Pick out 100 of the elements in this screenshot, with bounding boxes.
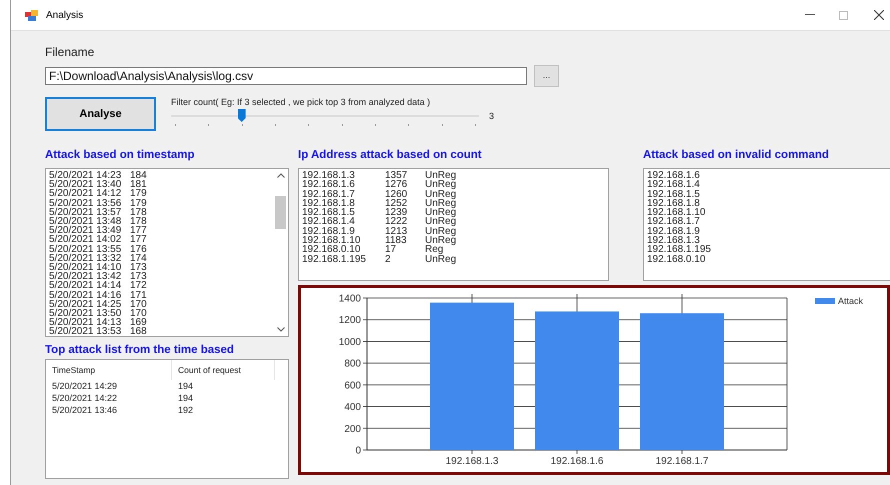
list-item-status: UnReg bbox=[425, 208, 456, 218]
list-item-count: 17 bbox=[385, 245, 398, 255]
list-item-status: UnReg bbox=[425, 254, 456, 264]
ip-count-list[interactable] bbox=[298, 168, 609, 281]
list-item-count: 176 bbox=[130, 244, 147, 254]
list-item-count: 1276 bbox=[385, 180, 408, 190]
list-item-ip: 192.168.1.10 bbox=[302, 236, 362, 246]
list-item-count: 173 bbox=[130, 272, 147, 282]
list-item-timestamp: 5/20/2021 13:57 bbox=[49, 208, 122, 218]
axis-category-label: 192.168.1.3 bbox=[446, 456, 498, 467]
list-item-ip: 192.168.1.7 bbox=[302, 190, 356, 199]
list-item-ip: 192.168.1.195 bbox=[647, 245, 712, 255]
list-item-ip: 192.168.1.8 bbox=[647, 198, 700, 208]
app-icon bbox=[25, 10, 38, 20]
filename-label: Filename bbox=[45, 44, 96, 61]
list-item-ip: 192.168.1.5 bbox=[302, 208, 356, 218]
axis-tick-label: 600 bbox=[344, 380, 361, 392]
list-item-ip: 192.168.1.195 bbox=[302, 254, 367, 264]
list-item-timestamp: 5/20/2021 14:25 bbox=[49, 300, 122, 310]
list-item-count: 170 bbox=[130, 309, 147, 318]
scroll-up-icon[interactable] bbox=[276, 173, 284, 178]
timestamp-list[interactable] bbox=[45, 168, 289, 337]
list-item-status: UnReg bbox=[425, 190, 456, 199]
list-item-ip: 192.168.1.4 bbox=[647, 180, 701, 190]
top-attack-table[interactable]: TimeStamp Count of request 5/20/2021 14:29 194 5/20/2021 14:22 194 5/20/2021 13:46 192 bbox=[45, 359, 289, 479]
scrollbar-thumb[interactable] bbox=[275, 196, 286, 229]
axis-tick-label: 1000 bbox=[338, 336, 361, 348]
table-cell-text: 5/20/2021 14:29 bbox=[51, 380, 118, 392]
list-item-ip: 192.168.1.9 bbox=[302, 226, 355, 236]
scroll-down-icon[interactable] bbox=[276, 327, 284, 332]
list-item-count: 1183 bbox=[385, 236, 408, 246]
list-item-ip: 192.168.0.10 bbox=[647, 254, 706, 264]
browse-button[interactable]: ... bbox=[534, 65, 559, 87]
list-item-ip: 192.168.1.8 bbox=[302, 198, 356, 208]
axis-tick-label: 1200 bbox=[338, 315, 361, 326]
list-item-count: 172 bbox=[130, 281, 147, 291]
list-item-count: 1252 bbox=[385, 198, 408, 208]
column-header[interactable]: Count of request bbox=[172, 360, 275, 380]
list-item-ip: 192.168.1.4 bbox=[302, 217, 356, 227]
analyse-button[interactable]: Analyse bbox=[45, 97, 156, 131]
list-item-count: 171 bbox=[130, 290, 147, 300]
table-cell-text: 194 bbox=[177, 380, 194, 392]
list-item-timestamp: 5/20/2021 13:56 bbox=[49, 198, 122, 208]
list-item-count: 178 bbox=[130, 217, 147, 226]
slider-thumb[interactable] bbox=[238, 109, 246, 122]
list-item-ip: 192.168.1.7 bbox=[647, 217, 701, 227]
list-item-count: 168 bbox=[130, 327, 147, 337]
section-heading: Attack based on invalid command bbox=[643, 148, 830, 163]
minimize-icon[interactable] bbox=[805, 14, 815, 16]
list-item-timestamp: 5/20/2021 13:55 bbox=[49, 244, 122, 254]
list-item-timestamp: 5/20/2021 14:12 bbox=[49, 189, 122, 199]
list-item-timestamp: 5/20/2021 13:49 bbox=[49, 226, 122, 236]
list-item-ip: 192.168.1.3 bbox=[302, 171, 356, 180]
list-item-count: 179 bbox=[130, 198, 147, 208]
list-item-timestamp: 5/20/2021 14:14 bbox=[49, 281, 122, 291]
list-item-timestamp: 5/20/2021 14:02 bbox=[49, 235, 122, 245]
list-item-count: 179 bbox=[130, 189, 147, 199]
list-item-ip: 192.168.1.3 bbox=[647, 236, 700, 246]
column-header[interactable]: TimeStamp bbox=[46, 360, 172, 380]
filename-input[interactable]: F:\Download\Analysis\Analysis\log.csv bbox=[45, 67, 527, 85]
list-item-timestamp: 5/20/2021 13:32 bbox=[49, 254, 122, 264]
axis-category-label: 192.168.1.7 bbox=[656, 456, 708, 467]
list-item-count: 170 bbox=[130, 300, 147, 310]
list-item-ip: 192.168.1.6 bbox=[647, 171, 701, 180]
axis-tick-label: 800 bbox=[344, 358, 361, 370]
list-item-status: Reg bbox=[425, 245, 444, 255]
axis-tick-label: 400 bbox=[344, 402, 361, 414]
list-item-count: 1222 bbox=[385, 217, 408, 227]
slider-track[interactable] bbox=[171, 108, 479, 124]
list-item-timestamp: 5/20/2021 13:48 bbox=[49, 217, 122, 226]
section-heading: Ip Address attack based on count bbox=[298, 148, 483, 163]
list-item-timestamp: 5/20/2021 14:10 bbox=[49, 263, 122, 272]
list-item-status: UnReg bbox=[425, 226, 456, 236]
list-item-count: 1239 bbox=[385, 208, 408, 218]
list-item-count: 174 bbox=[130, 254, 147, 264]
invalid-command-list[interactable]: 192.168.1.6 192.168.1.4 192.168.1.5 192.168.1.8 192.168.1.10 192.168.1.7 192.168.1.9 192.168.1.3 192.168.1.195 192.168.0.10 bbox=[643, 168, 890, 281]
window-title: Analysis bbox=[46, 8, 84, 22]
list-item-status: UnReg bbox=[425, 180, 456, 190]
axis-tick-label: 200 bbox=[344, 424, 361, 435]
filter-value: 3 bbox=[489, 110, 494, 123]
list-item-ip: 192.168.1.5 bbox=[647, 190, 701, 199]
list-item-status: UnReg bbox=[425, 171, 456, 180]
list-item-status: UnReg bbox=[425, 198, 456, 208]
list-item-status: UnReg bbox=[425, 236, 456, 246]
list-item-ip: 192.168.0.10 bbox=[302, 245, 360, 255]
list-item-timestamp: 5/20/2021 14:23 bbox=[49, 171, 122, 180]
list-item-count: 1260 bbox=[385, 190, 408, 199]
list-item-ip: 192.168.1.6 bbox=[302, 180, 356, 190]
table-cell-text: 194 bbox=[177, 392, 194, 404]
list-item-count: 181 bbox=[130, 180, 147, 190]
close-icon[interactable] bbox=[874, 10, 884, 20]
section-heading: Top attack list from the time based bbox=[45, 343, 235, 357]
list-item-status: UnReg bbox=[425, 217, 456, 227]
table-cell-text: 192 bbox=[177, 404, 194, 416]
axis-category-label: 192.168.1.6 bbox=[550, 456, 604, 467]
list-item-ip: 192.168.1.10 bbox=[647, 208, 706, 218]
axis-tick-label: 1400 bbox=[338, 294, 361, 304]
table-cell-text: 5/20/2021 14:22 bbox=[51, 392, 118, 404]
list-item-timestamp: 5/20/2021 13:42 bbox=[49, 272, 122, 282]
table-cell-text: 5/20/2021 13:46 bbox=[51, 404, 118, 416]
